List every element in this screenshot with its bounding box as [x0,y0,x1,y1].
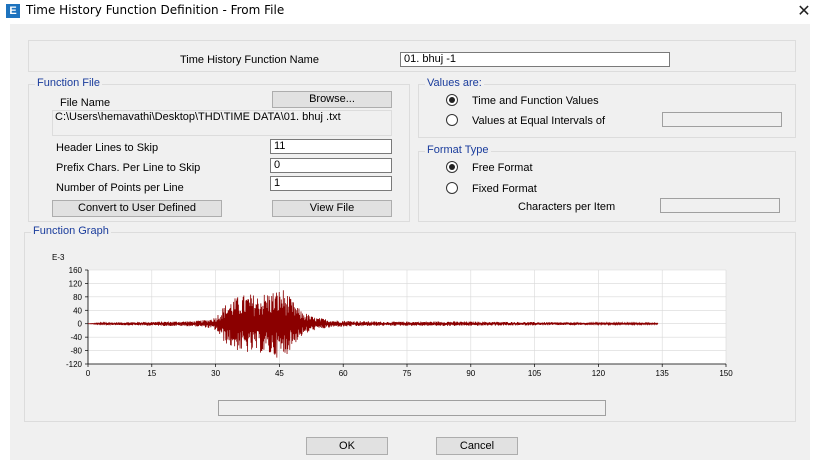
y-tick-label: 0 [78,320,83,329]
function-name-input[interactable]: 01. bhuj -1 [400,52,670,67]
free-format-label: Free Format [472,162,533,174]
x-tick-label: 45 [275,369,284,378]
chars-per-item-input[interactable] [660,198,780,213]
x-tick-label: 60 [339,369,348,378]
points-per-line-label: Number of Points per Line [56,182,184,194]
file-path-display: C:\Users\hemavathi\Desktop\THD\TIME DATA… [52,110,392,136]
values-are-group: Values are: [418,77,796,138]
x-tick-label: 15 [147,369,156,378]
function-graph-group-title: Function Graph [31,225,111,237]
y-axis-unit-label: E-3 [52,253,65,262]
y-tick-label: 120 [69,279,83,288]
values-are-group-title: Values are: [425,77,484,89]
time-function-radio[interactable] [446,94,458,106]
title-bar: E Time History Function Definition - Fro… [0,0,820,22]
equal-intervals-radio[interactable] [446,114,458,126]
y-tick-label: -80 [70,347,82,356]
x-tick-label: 30 [211,369,220,378]
interval-input[interactable] [662,112,782,127]
format-type-group-title: Format Type [425,144,491,156]
graph-status-field [218,400,606,416]
y-tick-label: -40 [70,333,82,342]
prefix-chars-label: Prefix Chars. Per Line to Skip [56,162,201,174]
y-tick-label: -120 [66,360,83,369]
y-tick-label: 80 [73,293,82,302]
browse-button[interactable]: Browse... [272,91,392,108]
header-lines-input[interactable]: 11 [270,139,392,154]
y-tick-label: 160 [69,266,83,275]
x-tick-label: 150 [719,369,733,378]
fixed-format-radio[interactable] [446,182,458,194]
chars-per-item-label: Characters per Item [518,201,616,213]
x-tick-label: 75 [403,369,412,378]
prefix-chars-input[interactable]: 0 [270,158,392,173]
y-tick-label: 40 [73,306,82,315]
time-function-label: Time and Function Values [472,95,599,107]
ok-button[interactable]: OK [306,437,388,455]
view-file-button[interactable]: View File [272,200,392,217]
convert-to-user-defined-button[interactable]: Convert to User Defined [52,200,222,217]
close-icon[interactable]: ✕ [792,0,816,22]
cancel-button[interactable]: Cancel [436,437,518,455]
equal-intervals-label: Values at Equal Intervals of [472,115,606,127]
function-file-group-title: Function File [35,77,102,89]
function-graph-chart: 0 15 30 45 60 75 90 105 120 135 150 160 120 80 40 0 -40 -… [52,253,733,378]
fixed-format-label: Fixed Format [472,183,537,195]
x-tick-label: 120 [592,369,606,378]
function-name-label: Time History Function Name [180,54,319,66]
app-icon: E [6,4,20,18]
points-per-line-input[interactable]: 1 [270,176,392,191]
window-title: Time History Function Definition - From … [26,3,285,17]
x-tick-label: 135 [656,369,670,378]
chart-grid [87,269,727,365]
x-tick-label: 0 [86,369,91,378]
header-lines-label: Header Lines to Skip [56,142,159,154]
x-tick-label: 105 [528,369,542,378]
x-tick-label: 90 [466,369,475,378]
free-format-radio[interactable] [446,161,458,173]
file-name-label: File Name [60,97,111,109]
